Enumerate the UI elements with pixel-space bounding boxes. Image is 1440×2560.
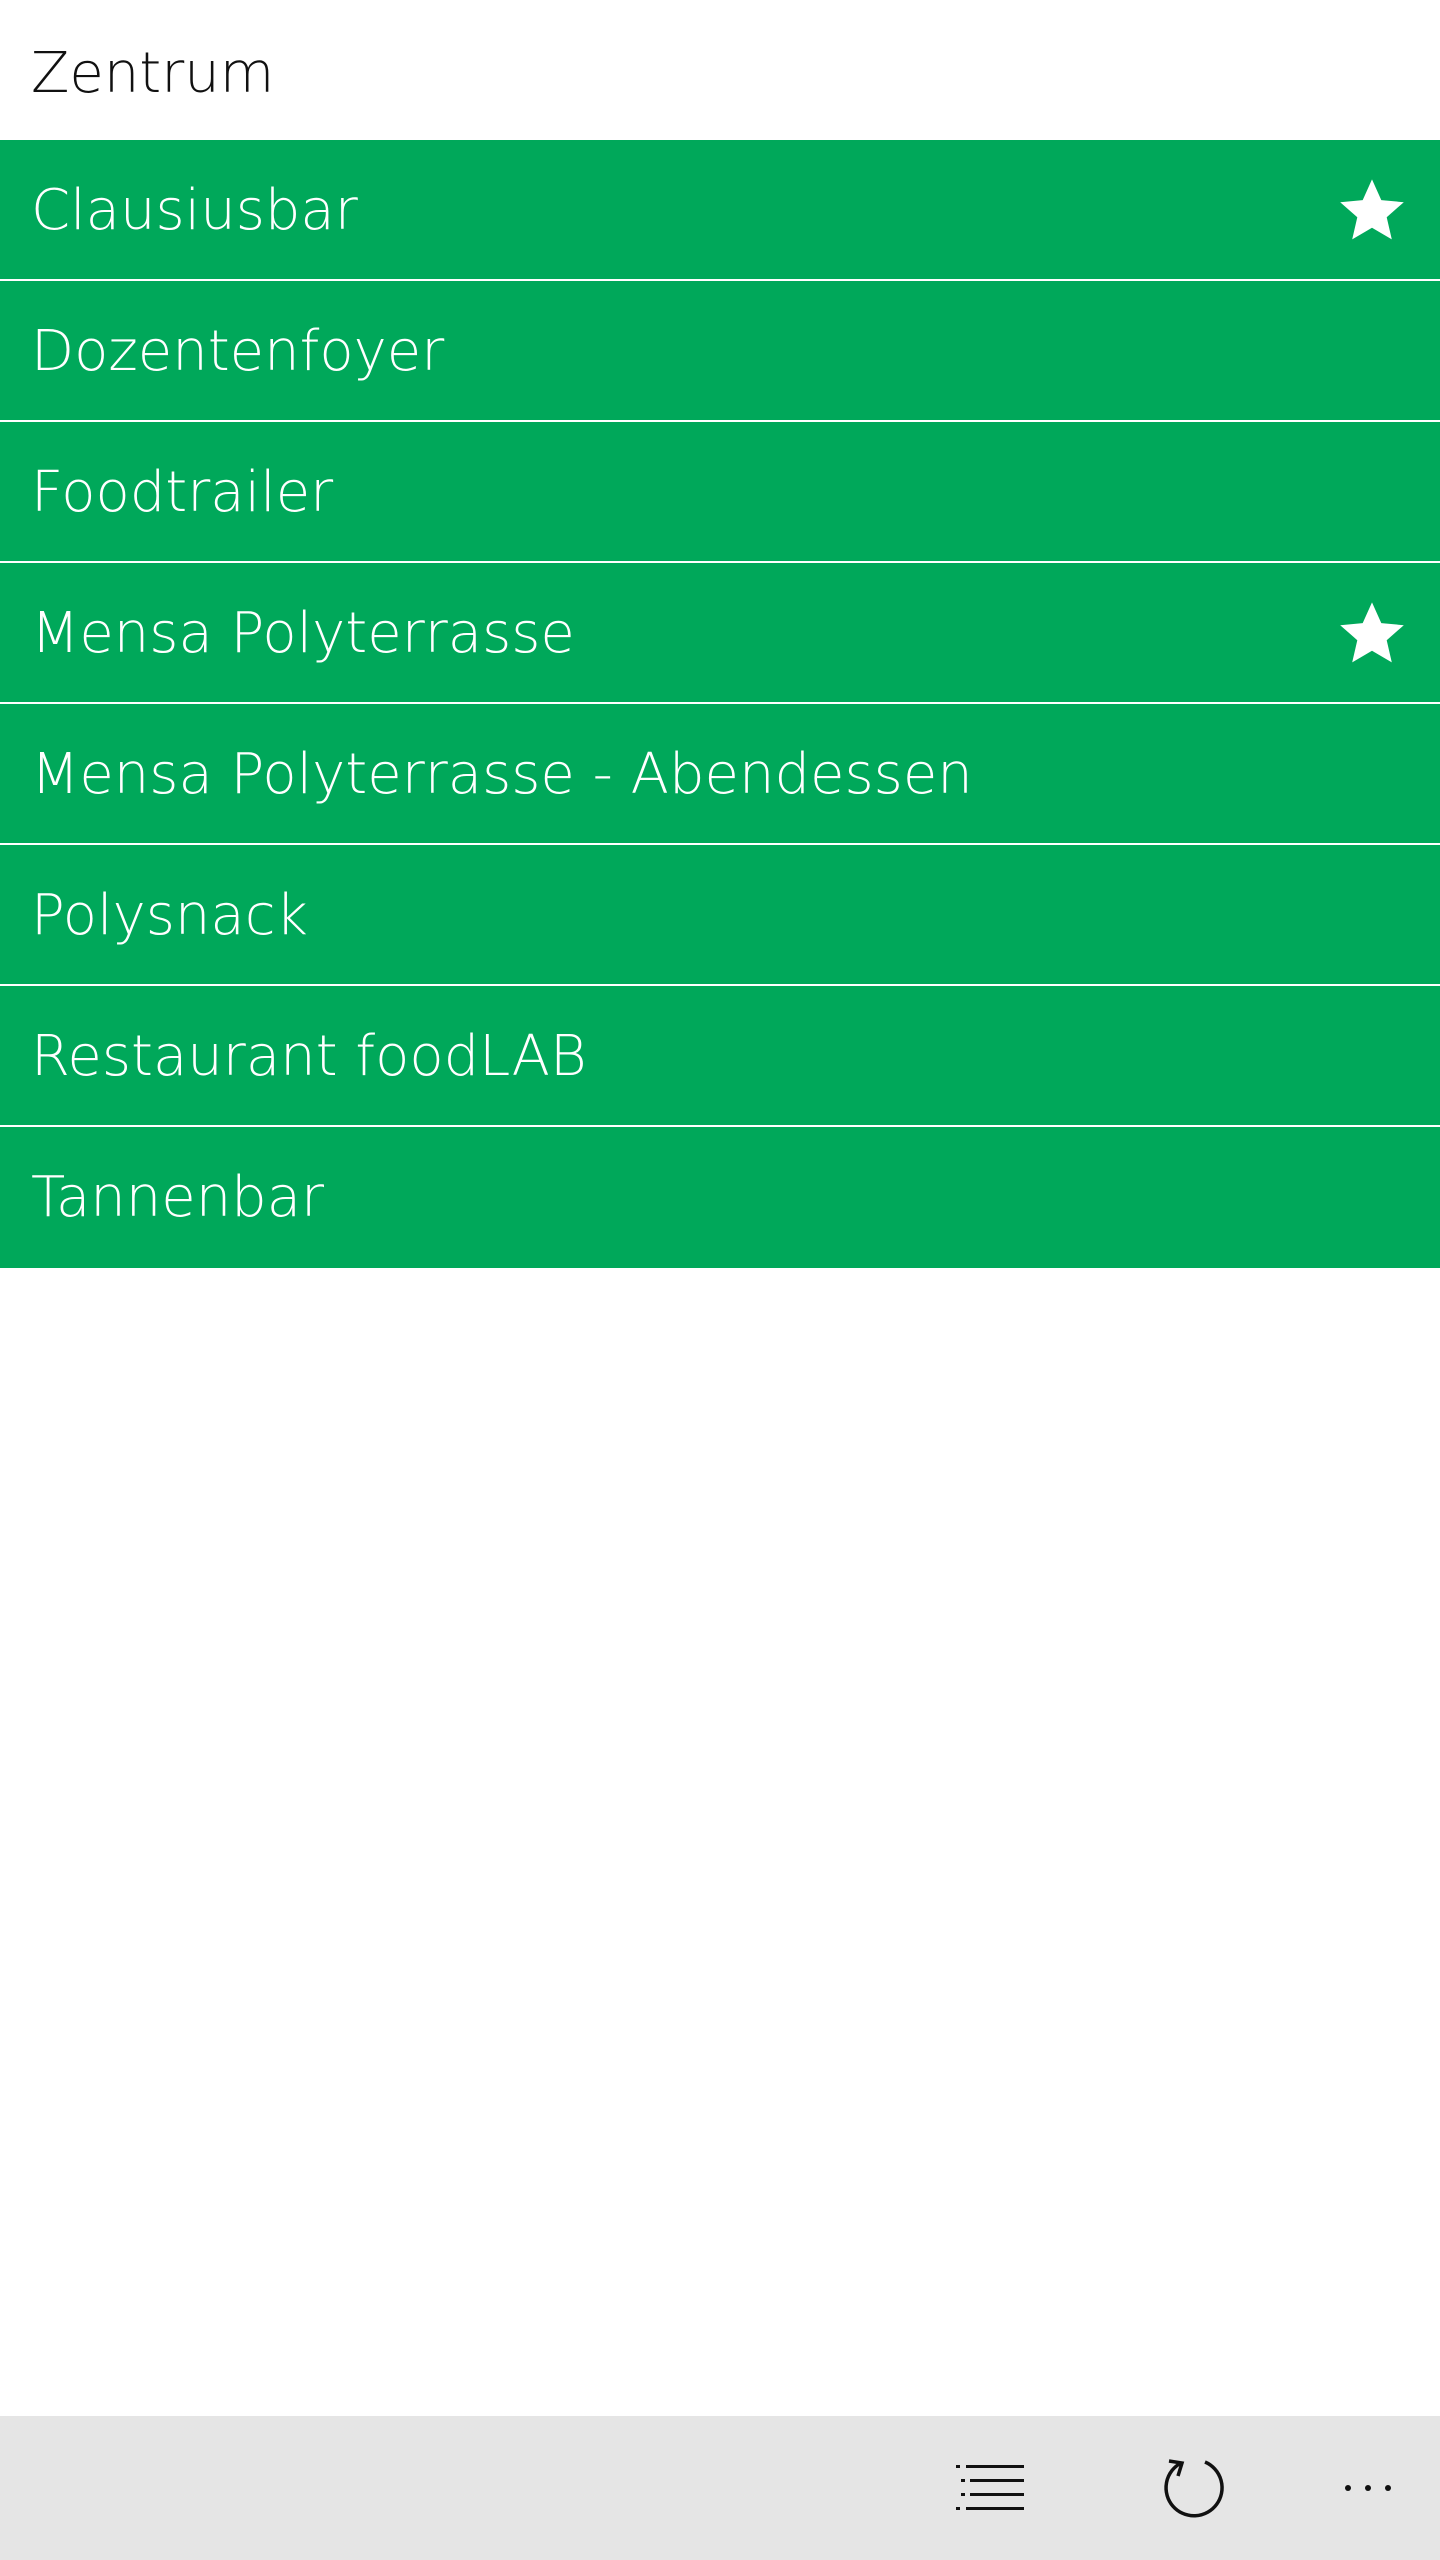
list-item[interactable]: Tannenbar	[0, 1127, 1440, 1268]
list-item-label: Mensa Polyterrasse - Abendessen	[31, 742, 973, 807]
list-item[interactable]: Restaurant foodLAB	[0, 986, 1440, 1127]
page-title: Zentrum	[31, 41, 275, 106]
page: Zentrum Clausiusbar Dozentenfoyer Foodtr…	[0, 0, 1440, 2560]
list-item-label: Mensa Polyterrasse	[31, 601, 575, 666]
list-item-label: Tannenbar	[31, 1165, 325, 1230]
list-icon	[956, 2462, 1024, 2514]
refresh-button[interactable]	[1122, 2416, 1266, 2560]
list-item[interactable]: Dozentenfoyer	[0, 281, 1440, 422]
list-item-label: Restaurant foodLAB	[31, 1024, 587, 1089]
app-bar	[0, 2416, 1440, 2560]
list-button[interactable]	[918, 2416, 1062, 2560]
more-icon	[1344, 2484, 1392, 2492]
list-item-label: Clausiusbar	[31, 178, 358, 243]
list-item-label: Polysnack	[31, 883, 308, 948]
list-item[interactable]: Foodtrailer	[0, 422, 1440, 563]
star-icon	[1336, 597, 1408, 669]
refresh-icon	[1161, 2455, 1227, 2521]
list-item[interactable]: Mensa Polyterrasse - Abendessen	[0, 704, 1440, 845]
more-button[interactable]	[1296, 2416, 1440, 2560]
header: Zentrum	[0, 0, 1440, 140]
list-item[interactable]: Mensa Polyterrasse	[0, 563, 1440, 704]
list-item[interactable]: Polysnack	[0, 845, 1440, 986]
list-item[interactable]: Clausiusbar	[0, 140, 1440, 281]
restaurant-list: Clausiusbar Dozentenfoyer Foodtrailer Me…	[0, 140, 1440, 1268]
list-item-label: Dozentenfoyer	[31, 319, 445, 384]
list-item-label: Foodtrailer	[31, 460, 334, 525]
star-icon	[1336, 174, 1408, 246]
